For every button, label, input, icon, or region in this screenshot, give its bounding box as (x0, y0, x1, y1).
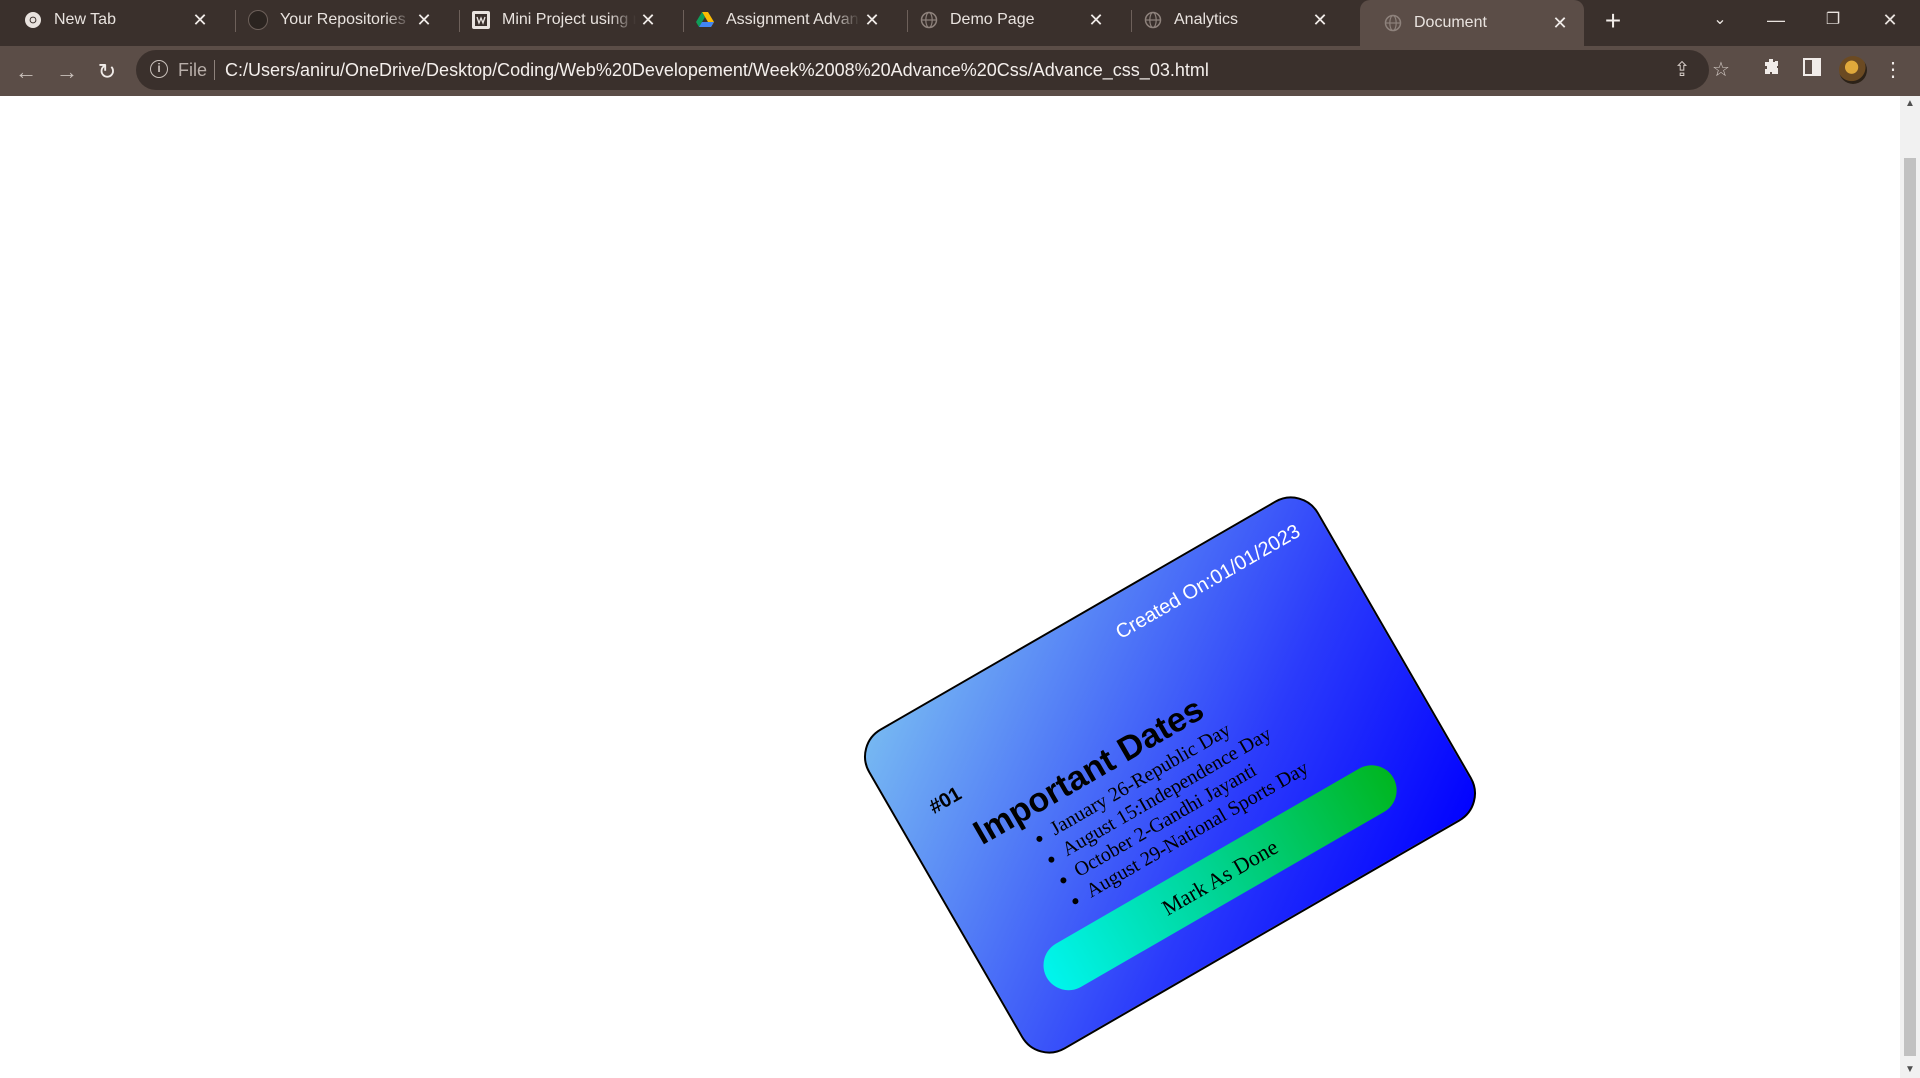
minimize-button[interactable]: — (1756, 4, 1796, 36)
info-icon[interactable]: i (150, 60, 168, 78)
bookmark-star-icon[interactable]: ☆ (1710, 59, 1732, 81)
close-tab-icon[interactable]: ✕ (1084, 10, 1108, 31)
tab-title: Analytics (1174, 11, 1239, 28)
tab-title: Mini Project using m (502, 11, 636, 28)
tab-assignment-advance[interactable]: Assignment Advance ✕ (672, 0, 896, 40)
menu-kebab-icon[interactable]: ⋮ (1880, 57, 1906, 83)
tab-title: Demo Page (950, 11, 1035, 28)
close-tab-icon[interactable]: ✕ (1308, 10, 1332, 31)
tab-document[interactable]: Document ✕ (1360, 0, 1584, 46)
browser-toolbar: ← → ↻ i File C:/Users/aniru/OneDrive/Des… (0, 46, 1920, 96)
side-panel-icon[interactable] (1799, 57, 1825, 83)
tab-demo-page[interactable]: Demo Page ✕ (896, 0, 1120, 40)
chrome-icon (24, 11, 42, 29)
close-tab-icon[interactable]: ✕ (636, 10, 660, 31)
close-tab-icon[interactable]: ✕ (1548, 13, 1572, 34)
scroll-thumb[interactable] (1904, 158, 1916, 1056)
globe-icon (1384, 14, 1402, 32)
tab-your-repositories[interactable]: Your Repositories ✕ (224, 0, 448, 40)
card-created-date: Created On:01/01/2023 (1112, 520, 1305, 644)
tab-strip: New Tab ✕ Your Repositories ✕ Mini Proje… (0, 0, 1920, 46)
tab-new-tab[interactable]: New Tab ✕ (0, 0, 224, 40)
project-icon (472, 11, 490, 29)
back-arrow-icon[interactable]: ← (10, 56, 42, 88)
scroll-up-arrow-icon[interactable]: ▲ (1900, 96, 1920, 112)
tab-analytics[interactable]: Analytics ✕ (1120, 0, 1344, 40)
tab-title: Assignment Advance (726, 11, 860, 28)
profile-avatar[interactable] (1839, 56, 1867, 84)
tab-title: Your Repositories (280, 11, 406, 28)
url-text[interactable]: C:/Users/aniru/OneDrive/Desktop/Coding/W… (225, 60, 1209, 81)
tab-mini-project[interactable]: Mini Project using m ✕ (448, 0, 672, 40)
tab-title: New Tab (54, 11, 116, 28)
google-drive-icon (696, 11, 714, 29)
page-scrollbar[interactable]: ▲ ▼ (1900, 96, 1920, 1078)
share-icon[interactable]: ⇪ (1671, 59, 1693, 81)
globe-icon (1144, 11, 1162, 29)
close-tab-icon[interactable]: ✕ (412, 10, 436, 31)
reload-icon[interactable]: ↻ (91, 56, 123, 88)
card-number: #01 (925, 782, 966, 819)
address-bar[interactable]: i File C:/Users/aniru/OneDrive/Desktop/C… (136, 50, 1730, 90)
extensions-icon[interactable] (1759, 57, 1785, 83)
globe-icon (920, 11, 938, 29)
forward-arrow-icon[interactable]: → (51, 56, 83, 88)
scroll-down-arrow-icon[interactable]: ▼ (1900, 1062, 1920, 1078)
url-divider (214, 60, 215, 80)
close-tab-icon[interactable]: ✕ (188, 10, 212, 31)
close-tab-icon[interactable]: ✕ (860, 10, 884, 31)
new-tab-button[interactable]: + (1598, 6, 1628, 36)
close-window-button[interactable]: ✕ (1870, 4, 1910, 36)
url-scheme-label: File (178, 60, 208, 80)
github-icon (248, 10, 268, 30)
note-card: #01 Created On:01/01/2023 Important Date… (852, 484, 1488, 1066)
tab-search-icon[interactable]: ⌄ (1700, 4, 1740, 36)
tab-title: Document (1414, 14, 1487, 31)
restore-button[interactable]: ❐ (1813, 4, 1853, 36)
